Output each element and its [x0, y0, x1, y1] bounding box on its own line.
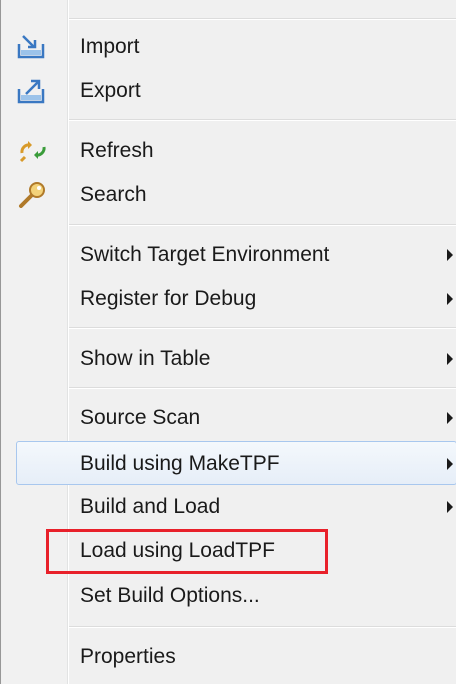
submenu-arrow-icon: [447, 293, 453, 305]
submenu-arrow-icon: [447, 353, 453, 365]
menu-separator: [69, 327, 456, 329]
refresh-icon: [19, 141, 46, 163]
menu-item-source-scan[interactable]: Source Scan: [1, 396, 456, 440]
menu-item-search[interactable]: Search: [1, 173, 456, 217]
menu-separator: [69, 119, 456, 121]
menu-separator: [69, 224, 456, 226]
export-icon: [17, 79, 45, 104]
menu-separator: [69, 387, 456, 389]
menu-item-switch-target-environment[interactable]: Switch Target Environment: [1, 233, 456, 277]
menu-item-label: Show in Table: [80, 347, 211, 370]
menu-item-label: Properties: [80, 645, 176, 668]
menu-item-label: Search: [80, 183, 147, 206]
annotation-highlight-box: [46, 529, 328, 574]
menu-item-set-build-options[interactable]: Set Build Options...: [1, 574, 456, 618]
menu-item-label: Refresh: [80, 139, 154, 162]
menu-item-import[interactable]: Import: [1, 25, 456, 69]
submenu-arrow-icon: [447, 458, 453, 470]
menu-item-label: Import: [80, 35, 140, 58]
menu-item-label: Build using MakeTPF: [80, 452, 280, 475]
menu-separator: [69, 626, 456, 628]
menu-item-label: Source Scan: [80, 406, 201, 429]
menu-item-build-and-load[interactable]: Build and Load: [1, 485, 456, 529]
context-menu: Import Export Refresh Search Switch Targ…: [0, 0, 456, 684]
menu-item-properties[interactable]: Properties: [1, 635, 456, 679]
menu-item-show-in-table[interactable]: Show in Table: [1, 337, 456, 381]
menu-item-label: Set Build Options...: [80, 584, 260, 607]
menu-item-label: Build and Load: [80, 495, 221, 518]
menu-item-label: Switch Target Environment: [80, 243, 330, 266]
menu-item-label: Export: [80, 79, 141, 102]
import-icon: [17, 35, 45, 59]
menu-item-refresh[interactable]: Refresh: [1, 129, 456, 173]
menu-item-export[interactable]: Export: [1, 69, 456, 113]
submenu-arrow-icon: [447, 249, 453, 261]
search-icon: [19, 182, 45, 208]
submenu-arrow-icon: [447, 501, 453, 513]
menu-item-label: Register for Debug: [80, 287, 257, 310]
menu-item-build-using-maketpf[interactable]: Build using MakeTPF: [16, 441, 456, 485]
menu-item-register-for-debug[interactable]: Register for Debug: [1, 277, 456, 321]
submenu-arrow-icon: [447, 412, 453, 424]
